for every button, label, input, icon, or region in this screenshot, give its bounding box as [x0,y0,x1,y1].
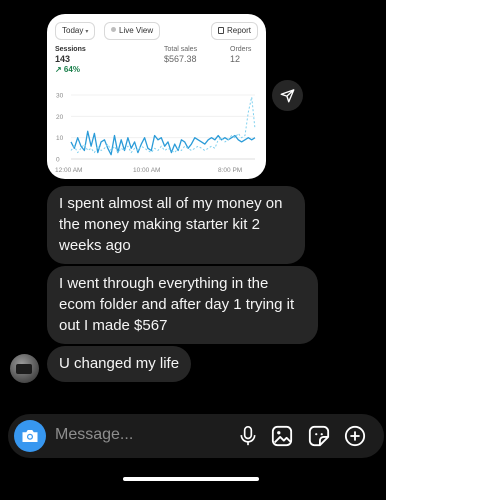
message-text: I spent almost all of my money on the mo… [59,195,283,254]
chart-series-line-today [70,130,256,156]
filter-today-pill: Today ▾ [55,22,96,40]
orders-metric: Orders 12 [230,46,251,64]
total-sales-metric: Total sales $567.38 [164,46,197,64]
chart-x-tick-label: 10:00 AM [133,167,160,174]
orders-label: Orders [230,46,252,53]
live-view-pill: Live View [104,22,161,40]
sessions-label: Sessions [55,46,86,53]
report-icon [217,27,224,34]
message-text: U changed my life [59,355,180,372]
chart-y-tick-label: 10 [56,135,64,142]
sender-avatar[interactable] [10,354,39,383]
camera-button[interactable] [14,420,46,452]
message-bubble[interactable]: I went through everything in the ecom fo… [47,266,318,344]
message-input[interactable]: Message... [55,426,133,444]
add-button[interactable] [344,425,366,447]
orders-value: 12 [230,54,241,64]
sessions-metric: Sessions 143 ↗ 64% [55,46,86,74]
live-dot-icon [111,27,116,32]
filter-today-label: Today [62,26,84,35]
message-bubble[interactable]: U changed my life [47,346,192,382]
chart-x-tick-label: 12:00 AM [55,167,82,174]
microphone-button[interactable] [237,425,259,447]
sessions-line-chart: 30 20 10 0 12:00 AM 10:00 AM 8:00 PM [55,93,256,174]
share-button[interactable] [272,80,303,111]
sessions-value: 143 [55,54,71,64]
camera-icon [22,430,38,442]
chevron-down-icon: ▾ [85,29,89,35]
live-view-label: Live View [119,26,154,35]
chart-y-tick-label: 30 [56,93,64,100]
microphone-icon [240,426,256,446]
chart-series-line-comparison [70,96,256,154]
shared-analytics-screenshot[interactable]: Today ▾ Live View Report Sessions 143 ↗ 6… [47,14,266,179]
gallery-button[interactable] [271,425,293,447]
chart-y-tick-label: 0 [56,157,60,164]
plus-circle-icon [344,425,366,447]
report-pill: Report [210,22,258,40]
total-sales-value: $567.38 [164,54,197,64]
message-composer: Message... [8,414,384,458]
total-sales-label: Total sales [164,46,198,53]
sticker-button[interactable] [308,425,330,447]
chat-screen: Today ▾ Live View Report Sessions 143 ↗ 6… [0,0,386,500]
sessions-change: ↗ 64% [55,65,80,74]
home-indicator [123,477,259,481]
sticker-icon [308,425,330,447]
chart-x-tick-label: 8:00 PM [218,167,242,174]
report-label: Report [226,26,251,35]
paper-plane-icon [280,89,295,103]
chart-y-tick-label: 20 [56,114,64,121]
message-bubble[interactable]: I spent almost all of my money on the mo… [47,186,305,264]
image-icon [271,425,293,447]
message-text: I went through everything in the ecom fo… [59,275,295,334]
